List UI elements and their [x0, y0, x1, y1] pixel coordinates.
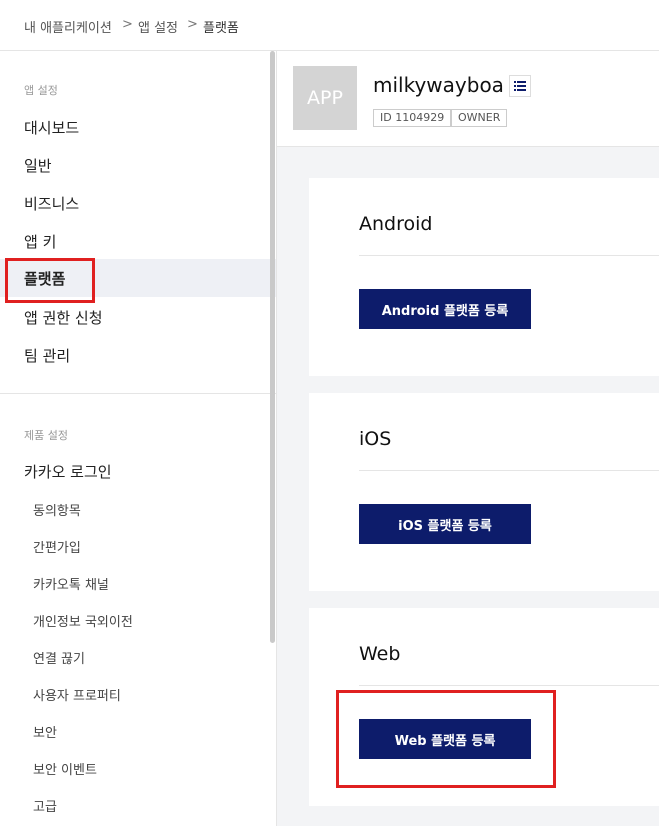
sidebar-section-product-settings: 제품 설정: [24, 429, 68, 442]
platform-title: iOS: [359, 428, 392, 450]
sidebar-item-dashboard[interactable]: 대시보드: [24, 117, 79, 138]
platform-card-web: Web Web 플랫폼 등록: [309, 608, 659, 806]
sidebar-subitem-security-events[interactable]: 보안 이벤트: [33, 759, 97, 778]
sidebar-subitem-kakaotalk-channel[interactable]: 카카오톡 채널: [33, 574, 109, 593]
sidebar-item-app-keys[interactable]: 앱 키: [24, 231, 56, 252]
platform-card-android: Android Android 플랫폼 등록: [309, 178, 659, 376]
sidebar-section-app-settings: 앱 설정: [24, 84, 58, 97]
sidebar-subitem-security[interactable]: 보안: [33, 722, 57, 741]
sidebar-item-business[interactable]: 비즈니스: [24, 193, 79, 214]
app-menu-button[interactable]: [509, 75, 531, 97]
app-name: milkywayboa: [373, 73, 504, 97]
app-thumbnail: APP: [293, 66, 357, 130]
app-thumbnail-text: APP: [307, 87, 343, 109]
breadcrumb-platform: 플랫폼: [203, 21, 239, 36]
breadcrumb-separator: >: [122, 17, 133, 32]
sidebar-subitem-advanced[interactable]: 고급: [33, 796, 57, 815]
sidebar-subitem-user-properties[interactable]: 사용자 프로퍼티: [33, 685, 121, 704]
sidebar-item-kakao-login[interactable]: 카카오 로그인: [24, 461, 112, 482]
sidebar-subitem-unlink[interactable]: 연결 끊기: [33, 648, 85, 667]
main-content: APP milkywayboa ID 1104929 OWNER Android…: [277, 51, 659, 826]
highlight-box-web-button: [336, 690, 556, 788]
sidebar-scrollbar[interactable]: [270, 51, 275, 643]
breadcrumb-my-apps[interactable]: 내 애플리케이션: [24, 17, 112, 36]
sidebar-item-general[interactable]: 일반: [24, 155, 52, 176]
sidebar-item-team[interactable]: 팀 관리: [24, 345, 70, 366]
platform-title: Android: [359, 213, 433, 235]
card-divider: [359, 470, 659, 471]
platform-title: Web: [359, 643, 401, 665]
app-id-tag: ID 1104929: [373, 109, 452, 127]
app-role-tag: OWNER: [451, 109, 508, 127]
breadcrumb-app-settings[interactable]: 앱 설정: [138, 17, 178, 36]
platform-card-ios: iOS iOS 플랫폼 등록: [309, 393, 659, 591]
sidebar-subitem-consent[interactable]: 동의항목: [33, 500, 81, 519]
register-ios-button[interactable]: iOS 플랫폼 등록: [359, 504, 531, 544]
sidebar-item-permission-request[interactable]: 앱 권한 신청: [24, 307, 103, 328]
register-android-button[interactable]: Android 플랫폼 등록: [359, 289, 531, 329]
sidebar-subitem-overseas-transfer[interactable]: 개인정보 국외이전: [33, 611, 133, 630]
list-icon: [514, 81, 526, 91]
card-divider: [359, 255, 659, 256]
sidebar: 앱 설정 대시보드 일반 비즈니스 앱 키 플랫폼 앱 권한 신청 팀 관리 제…: [0, 51, 277, 826]
sidebar-divider: [0, 393, 276, 394]
highlight-box-platform: [5, 258, 95, 303]
app-header: APP milkywayboa ID 1104929 OWNER: [277, 51, 659, 147]
card-divider: [359, 685, 659, 686]
sidebar-subitem-simple-signup[interactable]: 간편가입: [33, 537, 81, 556]
breadcrumb: 내 애플리케이션 > 앱 설정 > 플랫폼: [0, 0, 659, 51]
breadcrumb-separator: >: [187, 17, 198, 32]
